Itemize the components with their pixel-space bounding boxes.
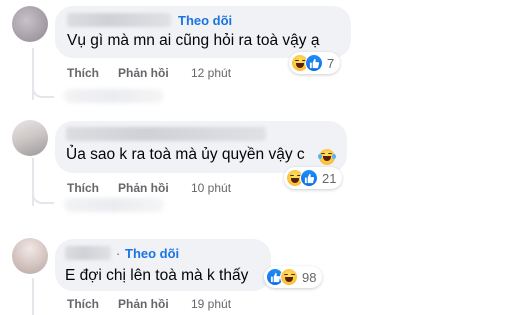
timestamp[interactable]: 19 phút (191, 297, 231, 311)
timestamp[interactable]: 12 phút (191, 66, 231, 80)
reply-button[interactable]: Phản hồi (118, 297, 169, 311)
comment-bubble: · Theo dõi E đợi chị lên toà mà k thấy (55, 239, 271, 291)
follow-link[interactable]: Theo dõi (125, 246, 179, 261)
reaction-count: 98 (302, 269, 317, 285)
hidden-reply-redacted (64, 198, 164, 212)
avatar[interactable] (12, 120, 48, 156)
thread-branch (32, 186, 54, 204)
follow-link[interactable]: Theo dõi (178, 13, 232, 28)
like-icon (300, 169, 318, 187)
commenter-name-redacted (66, 127, 266, 141)
like-button[interactable]: Thích (67, 181, 99, 195)
commenter-name-redacted (67, 13, 171, 27)
commenter-name-redacted (65, 246, 111, 260)
hidden-reply-redacted (64, 89, 164, 103)
like-icon (305, 54, 323, 72)
reaction-summary[interactable]: 7 (289, 52, 341, 74)
reply-button[interactable]: Phản hồi (118, 181, 169, 195)
reaction-summary[interactable]: 98 (264, 266, 323, 288)
reaction-summary[interactable]: 21 (284, 167, 343, 189)
timestamp[interactable]: 10 phút (191, 181, 231, 195)
comment-text: E đợi chị lên toà mà k thấy (65, 267, 249, 284)
like-button[interactable]: Thích (67, 66, 99, 80)
avatar[interactable] (12, 238, 48, 274)
separator-dot: · (116, 246, 121, 261)
haha-icon (280, 268, 298, 286)
reply-button[interactable]: Phản hồi (118, 66, 169, 80)
thread-branch (32, 80, 54, 98)
comment-bubble: Theo dõi Vụ gì mà mn ai cũng hỏi ra toà … (55, 6, 351, 58)
reaction-count: 7 (327, 55, 335, 71)
reaction-count: 21 (322, 170, 337, 186)
laughing-emoji-icon (318, 149, 336, 165)
comment-text: Ủa sao k ra toà mà ủy quyền vậy c (66, 146, 305, 163)
avatar[interactable] (12, 6, 48, 42)
comment-bubble: Ủa sao k ra toà mà ủy quyền vậy c (55, 121, 347, 173)
comment-text: Vụ gì mà mn ai cũng hỏi ra toà vậy ạ (67, 32, 320, 49)
thread-line (32, 278, 34, 315)
like-button[interactable]: Thích (67, 297, 99, 311)
